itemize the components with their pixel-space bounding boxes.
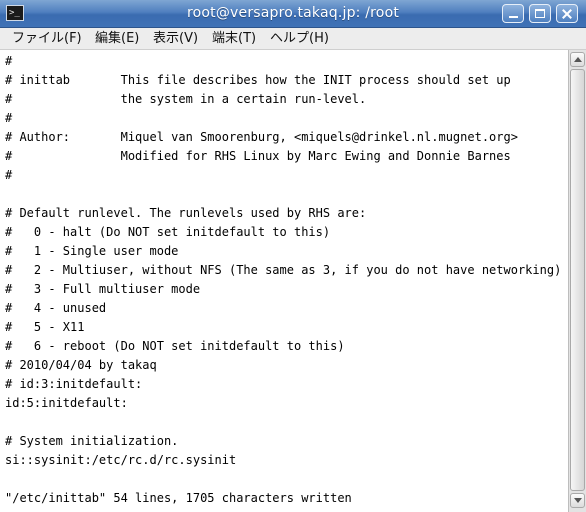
- scroll-up-button[interactable]: [570, 52, 585, 67]
- menu-terminal[interactable]: 端末(T): [212, 31, 256, 47]
- terminal-window: >_ root@versapro.takaq.jp: /root ファイル(F)…: [0, 0, 586, 512]
- menu-file[interactable]: ファイル(F): [12, 31, 82, 47]
- minimize-icon: [509, 16, 518, 18]
- terminal-line: # 0 - halt (Do NOT set initdefault to th…: [5, 225, 331, 239]
- terminal-line: # Default runlevel. The runlevels used b…: [5, 206, 367, 220]
- terminal-line: # System initialization.: [5, 434, 179, 448]
- terminal-line: # the system in a certain run-level.: [5, 92, 367, 106]
- minimize-button[interactable]: [502, 4, 524, 23]
- terminal-line: # 3 - Full multiuser mode: [5, 282, 201, 296]
- title-bar[interactable]: >_ root@versapro.takaq.jp: /root: [0, 0, 586, 28]
- close-button[interactable]: [556, 4, 578, 23]
- terminal-line: # 4 - unused: [5, 301, 107, 315]
- terminal-line: #: [5, 111, 13, 125]
- terminal-output[interactable]: # # inittab This file describes how the …: [0, 50, 568, 512]
- terminal-line: # 5 - X11: [5, 320, 85, 334]
- terminal-line: # 2010/04/04 by takaq: [5, 358, 157, 372]
- window-title: root@versapro.takaq.jp: /root: [186, 5, 400, 21]
- terminal-line: si::sysinit:/etc/rc.d/rc.sysinit: [5, 453, 237, 467]
- menu-view[interactable]: 表示(V): [153, 31, 198, 47]
- terminal-line: id:5:initdefault:: [5, 396, 128, 410]
- menu-edit[interactable]: 編集(E): [95, 31, 139, 47]
- terminal-line: # inittab This file describes how the IN…: [5, 73, 511, 87]
- terminal-line: # 2 - Multiuser, without NFS (The same a…: [5, 263, 562, 277]
- scroll-down-button[interactable]: [570, 493, 585, 508]
- terminal-line: # Modified for RHS Linux by Marc Ewing a…: [5, 149, 511, 163]
- terminal-line: # Author: Miquel van Smoorenburg, <mique…: [5, 130, 518, 144]
- menu-bar: ファイル(F) 編集(E) 表示(V) 端末(T) ヘルプ(H): [0, 28, 586, 50]
- terminal-line: # id:3:initdefault:: [5, 377, 143, 391]
- maximize-button[interactable]: [529, 4, 551, 23]
- scrollbar-thumb[interactable]: [570, 69, 585, 491]
- terminal-line: #: [5, 168, 13, 182]
- maximize-icon: [535, 9, 545, 18]
- scroll-up-arrow-icon: [574, 57, 582, 62]
- terminal-line: # 1 - Single user mode: [5, 244, 179, 258]
- scroll-down-arrow-icon: [574, 498, 582, 503]
- vertical-scrollbar[interactable]: [568, 50, 586, 512]
- menu-help[interactable]: ヘルプ(H): [270, 31, 329, 47]
- status-line: "/etc/inittab" 54 lines, 1705 characters…: [5, 491, 352, 505]
- terminal-line: #: [5, 54, 13, 68]
- terminal-line: # 6 - reboot (Do NOT set initdefault to …: [5, 339, 345, 353]
